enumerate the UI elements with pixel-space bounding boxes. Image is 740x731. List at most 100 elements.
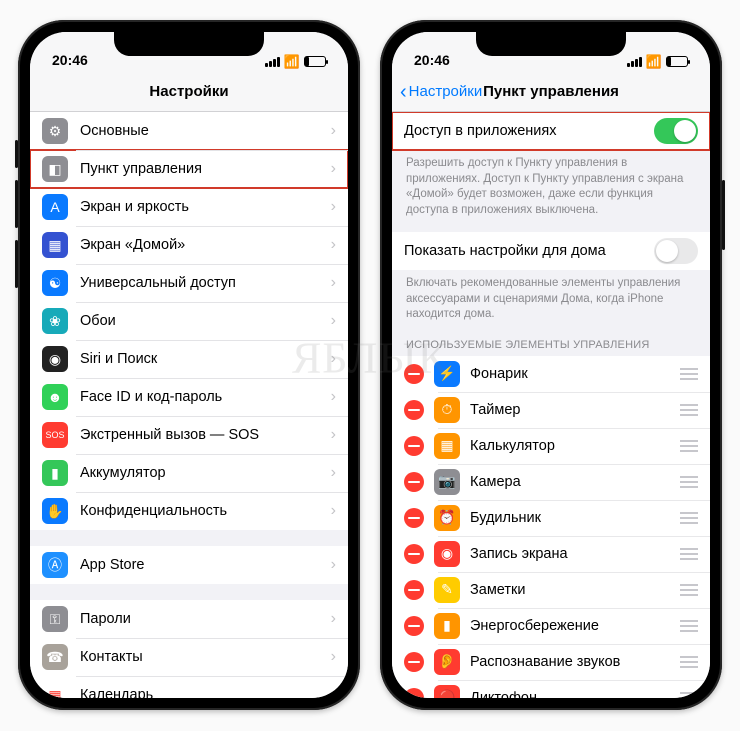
settings-row-faceid[interactable]: ☻Face ID и код-пароль› xyxy=(30,378,348,416)
settings-list[interactable]: ⚙Основные›◧Пункт управления›AЭкран и ярк… xyxy=(30,112,348,698)
control-row-notes[interactable]: ✎ Заметки xyxy=(392,572,710,608)
remove-button[interactable] xyxy=(404,688,424,698)
settings-row-privacy[interactable]: ✋Конфиденциальность› xyxy=(30,492,348,530)
screen-left: 20:46 📶 Настройки ⚙Основные›◧Пункт управ… xyxy=(30,32,348,698)
chevron-right-icon: › xyxy=(331,464,336,482)
remove-button[interactable] xyxy=(404,616,424,636)
settings-row-contacts[interactable]: ☎Контакты› xyxy=(30,638,348,676)
remove-button[interactable] xyxy=(404,436,424,456)
back-button[interactable]: ‹ Настройки xyxy=(400,72,482,111)
row-label: Пункт управления xyxy=(80,161,202,177)
remove-button[interactable] xyxy=(404,508,424,528)
faceid-icon: ☻ xyxy=(42,384,68,410)
sos-icon: SOS xyxy=(42,422,68,448)
settings-row-home-screen[interactable]: ▦Экран «Домой»› xyxy=(30,226,348,264)
battery-icon xyxy=(304,56,326,67)
remove-button[interactable] xyxy=(404,364,424,384)
control-label: Камера xyxy=(470,474,521,490)
row-label: Доступ в приложениях xyxy=(404,123,556,139)
control-label: Запись экрана xyxy=(470,546,568,562)
row-label: Календарь xyxy=(80,687,153,698)
drag-handle-icon[interactable] xyxy=(680,440,698,452)
drag-handle-icon[interactable] xyxy=(680,476,698,488)
chevron-right-icon: › xyxy=(331,312,336,330)
control-row-screenrec[interactable]: ◉Запись экрана xyxy=(392,536,710,572)
row-home-suggestions[interactable]: Показать настройки для дома xyxy=(392,232,710,270)
notch xyxy=(476,32,626,56)
control-row-flashlight[interactable]: ⚡ Фонарик xyxy=(392,356,710,392)
toggle-access-in-apps[interactable] xyxy=(654,118,698,144)
chevron-right-icon: › xyxy=(331,556,336,574)
screen-right: 20:46 📶 ‹ Настройки Пункт управления Дос… xyxy=(392,32,710,698)
row-label: Экран «Домой» xyxy=(80,237,185,253)
calculator-icon: ▦ xyxy=(434,433,460,459)
accessibility-icon: ☯ xyxy=(42,270,68,296)
remove-button[interactable] xyxy=(404,652,424,672)
row-label: Экстренный вызов — SOS xyxy=(80,427,259,443)
chevron-right-icon: › xyxy=(331,122,336,140)
settings-row-passwords[interactable]: ⚿Пароли› xyxy=(30,600,348,638)
row-label: Универсальный доступ xyxy=(80,275,236,291)
control-row-calculator[interactable]: ▦ Калькулятор xyxy=(392,428,710,464)
row-label: Пароли xyxy=(80,611,131,627)
settings-row-display[interactable]: AЭкран и яркость› xyxy=(30,188,348,226)
settings-row-wallpaper[interactable]: ❀Обои› xyxy=(30,302,348,340)
row-label: Face ID и код-пароль xyxy=(80,389,222,405)
remove-button[interactable] xyxy=(404,472,424,492)
drag-handle-icon[interactable] xyxy=(680,368,698,380)
notes-icon: ✎ xyxy=(434,577,460,603)
settings-row-general[interactable]: ⚙Основные› xyxy=(30,112,348,150)
drag-handle-icon[interactable] xyxy=(680,620,698,632)
back-label: Настройки xyxy=(409,83,483,100)
drag-handle-icon[interactable] xyxy=(680,656,698,668)
settings-row-calendar[interactable]: ▦Календарь› xyxy=(30,676,348,698)
row-label: Конфиденциальность xyxy=(80,503,227,519)
control-label: Заметки xyxy=(470,582,525,598)
battery-icon xyxy=(666,56,688,67)
control-row-timer[interactable]: ⏱Таймер xyxy=(392,392,710,428)
timer-icon: ⏱ xyxy=(434,397,460,423)
camera-icon: 📷 xyxy=(434,469,460,495)
notch xyxy=(114,32,264,56)
control-row-voicememo[interactable]: 🔴Диктофон xyxy=(392,680,710,698)
phone-left: 20:46 📶 Настройки ⚙Основные›◧Пункт управ… xyxy=(18,20,360,710)
settings-row-accessibility[interactable]: ☯ Универсальный доступ › xyxy=(30,264,348,302)
battery-icon: ▮ xyxy=(42,460,68,486)
row-label: Siri и Поиск xyxy=(80,351,157,367)
wifi-icon: 📶 xyxy=(646,55,662,68)
status-time: 20:46 xyxy=(52,52,88,68)
toggle-home-suggestions[interactable] xyxy=(654,238,698,264)
control-label: Калькулятор xyxy=(470,438,555,454)
control-row-lowpower[interactable]: ▮Энергосбережение xyxy=(392,608,710,644)
remove-button[interactable] xyxy=(404,580,424,600)
settings-row-sos[interactable]: SOS Экстренный вызов — SOS › xyxy=(30,416,348,454)
chevron-right-icon: › xyxy=(331,160,336,178)
drag-handle-icon[interactable] xyxy=(680,584,698,596)
control-label: Распознавание звуков xyxy=(470,654,620,670)
drag-handle-icon[interactable] xyxy=(680,512,698,524)
settings-row-siri[interactable]: ◉Siri и Поиск› xyxy=(30,340,348,378)
section-header-controls: Используемые элементы управления xyxy=(392,325,710,356)
flashlight-icon: ⚡ xyxy=(434,361,460,387)
row-label: Экран и яркость xyxy=(80,199,189,215)
row-access-in-apps[interactable]: Доступ в приложениях xyxy=(392,112,710,150)
drag-handle-icon[interactable] xyxy=(680,404,698,416)
control-row-soundrec[interactable]: 👂Распознавание звуков xyxy=(392,644,710,680)
chevron-left-icon: ‹ xyxy=(400,82,407,102)
control-row-alarm[interactable]: ⏰Будильник xyxy=(392,500,710,536)
drag-handle-icon[interactable] xyxy=(680,548,698,560)
control-row-camera[interactable]: 📷 Камера xyxy=(392,464,710,500)
settings-row-battery[interactable]: ▮Аккумулятор› xyxy=(30,454,348,492)
remove-button[interactable] xyxy=(404,544,424,564)
drag-handle-icon[interactable] xyxy=(680,692,698,698)
passwords-icon: ⚿ xyxy=(42,606,68,632)
page-title: Пункт управления xyxy=(483,83,619,100)
remove-button[interactable] xyxy=(404,400,424,420)
control-center-settings[interactable]: Доступ в приложениях Разрешить доступ к … xyxy=(392,112,710,698)
chevron-right-icon: › xyxy=(331,274,336,292)
settings-row-control-center[interactable]: ◧Пункт управления› xyxy=(30,150,348,188)
row-label: Обои xyxy=(80,313,116,329)
control-label: Фонарик xyxy=(470,366,528,382)
chevron-right-icon: › xyxy=(331,426,336,444)
settings-row-appstore[interactable]: ⒶApp Store› xyxy=(30,546,348,584)
